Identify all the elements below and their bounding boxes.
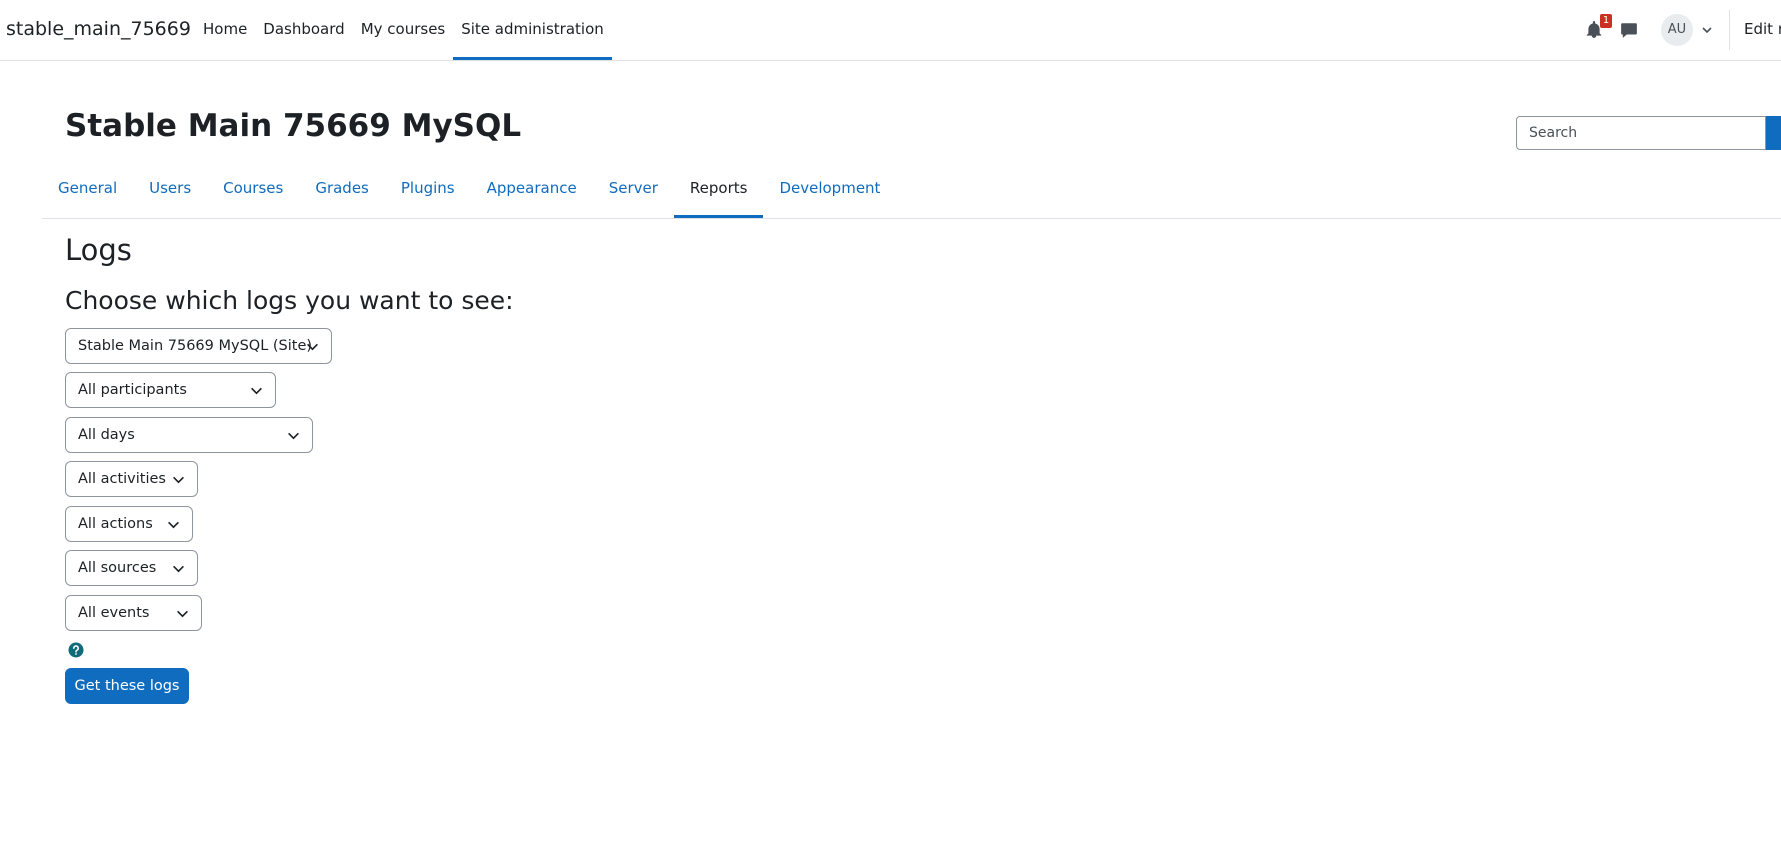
help-icon[interactable] (68, 642, 84, 658)
tab-general[interactable]: General (42, 168, 133, 218)
tab-reports[interactable]: Reports (673, 168, 764, 218)
participants-select-value: All participants (78, 382, 187, 398)
chevron-down-icon (307, 343, 318, 351)
chevron-down-icon (177, 610, 188, 618)
tab-users[interactable]: Users (133, 168, 207, 218)
tab-courses[interactable]: Courses (207, 168, 299, 218)
actions-select[interactable]: All actions (65, 506, 193, 542)
tab-appearance[interactable]: Appearance (471, 168, 593, 218)
tab-plugins[interactable]: Plugins (385, 168, 471, 218)
activities-select[interactable]: All activities (65, 461, 198, 497)
chevron-down-icon (168, 521, 179, 529)
choose-logs-heading: Choose which logs you want to see: (65, 286, 514, 315)
page-title: Stable Main 75669 MySQL (65, 108, 522, 144)
nav-my-courses[interactable]: My courses (353, 0, 454, 60)
participants-select[interactable]: All participants (65, 372, 276, 408)
tab-development[interactable]: Development (763, 168, 896, 218)
admin-search-input[interactable] (1516, 116, 1766, 150)
chevron-down-icon (288, 432, 299, 440)
site-select-value: Stable Main 75669 MySQL (Site) (78, 338, 313, 354)
edit-mode-toggle[interactable]: Edit m (1744, 20, 1781, 38)
sources-select[interactable]: All sources (65, 550, 198, 586)
secondary-navigation: General Users Courses Grades Plugins App… (42, 168, 1781, 219)
nav-site-administration[interactable]: Site administration (453, 0, 612, 60)
notification-count-badge: 1 (1600, 14, 1612, 28)
user-avatar[interactable]: AU (1661, 14, 1693, 46)
logs-heading: Logs (65, 233, 132, 267)
primary-navigation: Home Dashboard My courses Site administr… (195, 0, 612, 60)
nav-home[interactable]: Home (195, 0, 255, 60)
tab-grades[interactable]: Grades (299, 168, 385, 218)
top-navbar: stable_main_75669 Home Dashboard My cour… (0, 0, 1781, 61)
search-submit-button[interactable] (1766, 116, 1781, 150)
message-icon[interactable] (1620, 21, 1638, 39)
events-select-value: All events (78, 605, 150, 621)
navbar-divider (1729, 10, 1730, 50)
chevron-down-icon[interactable] (1701, 24, 1713, 36)
chevron-down-icon (173, 565, 184, 573)
chevron-down-icon (251, 387, 262, 395)
site-brand[interactable]: stable_main_75669 (6, 18, 191, 40)
days-select-value: All days (78, 427, 135, 443)
events-select[interactable]: All events (65, 595, 202, 631)
activities-select-value: All activities (78, 471, 166, 487)
actions-select-value: All actions (78, 516, 153, 532)
sources-select-value: All sources (78, 560, 157, 576)
get-logs-button[interactable]: Get these logs (65, 668, 189, 704)
days-select[interactable]: All days (65, 417, 313, 453)
tab-server[interactable]: Server (593, 168, 674, 218)
chevron-down-icon (173, 476, 184, 484)
site-select[interactable]: Stable Main 75669 MySQL (Site) (65, 328, 332, 364)
nav-dashboard[interactable]: Dashboard (255, 0, 352, 60)
